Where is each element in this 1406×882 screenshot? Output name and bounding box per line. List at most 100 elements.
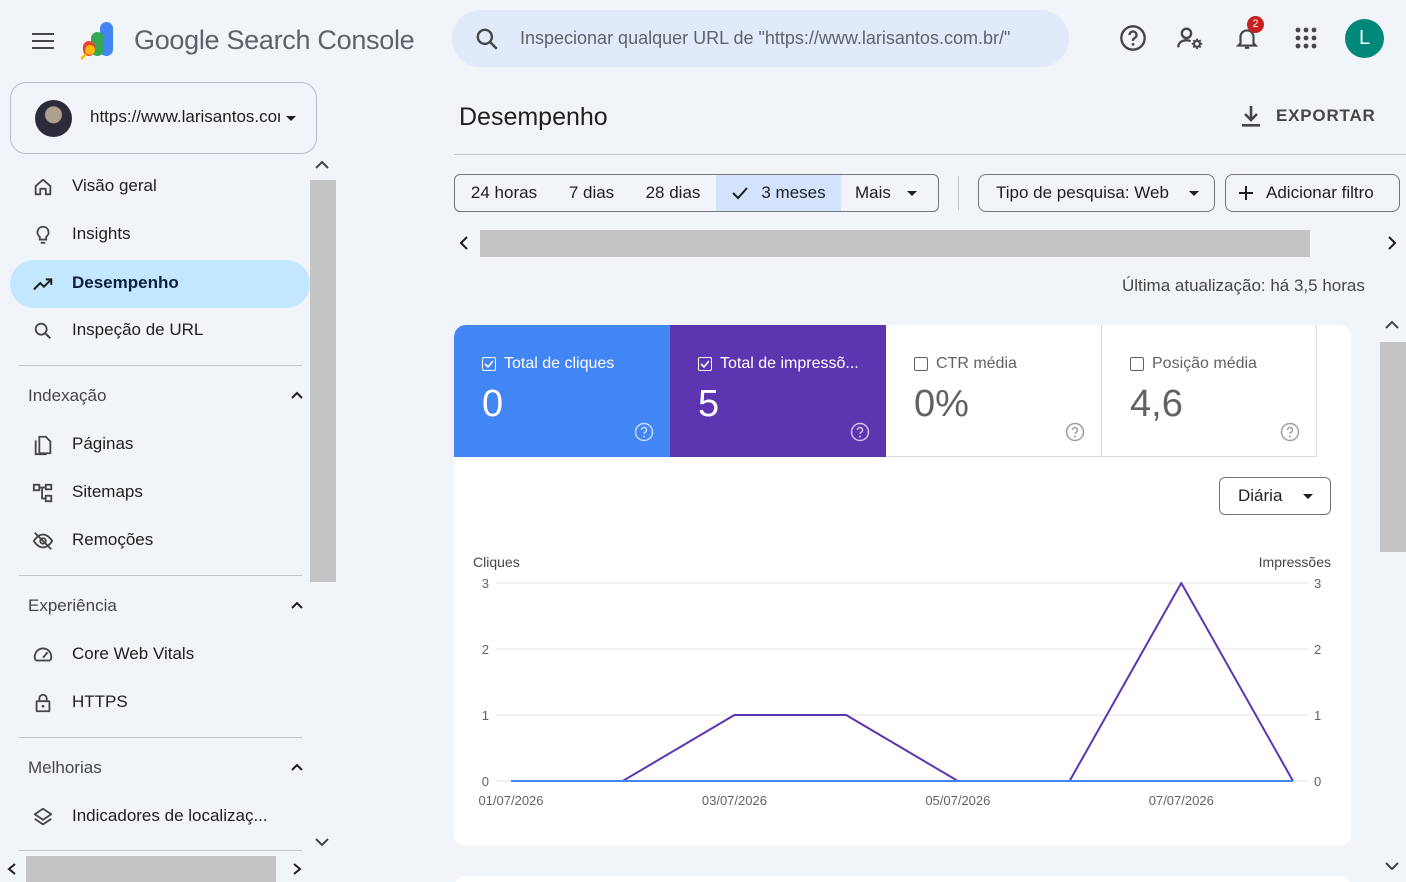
export-button[interactable]: EXPORTAR [1240, 100, 1376, 132]
metric-label: Total de impressõ... [720, 355, 859, 372]
chips-scroll-left-icon[interactable] [458, 235, 470, 251]
date-chip-label: Mais [855, 183, 891, 202]
sidebar-item-location-indicators[interactable]: Indicadores de localizaç... [10, 793, 310, 841]
section-title: Experiência [28, 596, 117, 615]
checkbox-checked-icon[interactable] [698, 357, 712, 371]
trending-up-icon [33, 278, 53, 291]
url-inspection-input[interactable] [520, 10, 1020, 67]
lightbulb-icon [36, 225, 50, 244]
y-tick-right: 0 [1314, 774, 1321, 789]
date-chip-more[interactable]: Mais [841, 174, 939, 212]
search-icon[interactable] [474, 26, 500, 52]
sidebar-scrollbar[interactable] [310, 180, 336, 582]
sidebar-item-pages[interactable]: Páginas [10, 421, 310, 469]
section-indexing[interactable]: Indexação [28, 386, 304, 410]
dropdown-caret-icon [1189, 191, 1199, 196]
export-label: EXPORTAR [1276, 106, 1376, 125]
metric-total-clicks[interactable]: Total de cliques 0 [454, 325, 670, 457]
metric-value: 5 [698, 383, 720, 425]
property-url: https://www.larisantos.com.br/ [90, 107, 280, 126]
y-axis-title-left: Cliques [473, 554, 520, 570]
x-tick-label: 05/07/2026 [925, 793, 990, 808]
sidebar-horizontal-scrollbar[interactable] [26, 856, 276, 882]
scroll-right-icon[interactable] [291, 862, 303, 876]
y-tick-left: 3 [482, 576, 489, 591]
sidebar-item-insights[interactable]: Insights [10, 211, 310, 259]
main-scroll-up-icon[interactable] [1384, 318, 1400, 330]
main-vertical-scrollbar[interactable] [1380, 342, 1406, 552]
granularity-label: Diária [1238, 486, 1283, 505]
header-divider [454, 154, 1406, 155]
chevron-up-icon [291, 763, 303, 771]
metric-label: Posição média [1152, 355, 1257, 372]
sidebar-scroll-down-icon[interactable] [314, 836, 330, 848]
plus-icon [1239, 186, 1253, 200]
sidebar-item-label: Core Web Vitals [72, 644, 195, 663]
chevron-up-icon [291, 601, 303, 609]
granularity-dropdown[interactable]: Diária [1219, 477, 1331, 515]
checkbox-unchecked-icon[interactable] [1130, 357, 1144, 371]
chips-horizontal-scrollbar[interactable] [480, 230, 1310, 257]
help-icon[interactable] [850, 422, 870, 442]
date-chip-28d[interactable]: 28 dias [630, 174, 717, 212]
performance-chart: Cliques Impressões 0 0 1 1 2 2 3 3 01/07/2026 03… [473, 554, 1331, 808]
x-tick-label: 01/07/2026 [478, 793, 543, 808]
help-icon[interactable] [1065, 422, 1085, 442]
apps-button[interactable] [1286, 18, 1326, 58]
notifications-button[interactable]: 2 [1227, 16, 1267, 58]
metric-total-impressions[interactable]: Total de impressõ... 5 [670, 325, 886, 457]
sidebar-item-label: Visão geral [72, 176, 157, 195]
property-selector[interactable]: https://www.larisantos.com.br/ [10, 82, 317, 154]
check-icon [732, 187, 749, 200]
help-icon[interactable] [634, 422, 654, 442]
user-settings-button[interactable] [1170, 18, 1210, 58]
x-tick-label: 07/07/2026 [1149, 793, 1214, 808]
checkbox-unchecked-icon[interactable] [914, 357, 928, 371]
y-tick-right: 1 [1314, 708, 1321, 723]
sidebar-item-label: Páginas [72, 434, 134, 453]
sidebar-item-label: Remoções [72, 530, 154, 549]
section-experience[interactable]: Experiência [28, 596, 304, 620]
search-icon [34, 322, 52, 340]
metric-avg-ctr[interactable]: CTR média 0% [886, 325, 1102, 457]
help-button[interactable] [1113, 18, 1153, 58]
sidebar-item-core-web-vitals[interactable]: Core Web Vitals [10, 631, 310, 679]
sidebar-item-removals[interactable]: Remoções [10, 517, 310, 565]
pages-icon [34, 435, 52, 456]
scroll-left-icon[interactable] [6, 862, 18, 876]
dropdown-caret-icon [286, 116, 296, 121]
dropdown-caret-icon [1303, 494, 1313, 499]
section-enhancements[interactable]: Melhorias [28, 758, 304, 782]
sidebar-item-sitemaps[interactable]: Sitemaps [10, 469, 310, 517]
sidebar-scroll-up-icon[interactable] [314, 158, 330, 170]
account-avatar[interactable]: L [1345, 19, 1384, 58]
app-name: Google Search Console [134, 24, 415, 55]
sidebar-divider [19, 850, 302, 851]
sidebar-item-overview[interactable]: Visão geral [10, 163, 310, 211]
search-type-filter[interactable]: Tipo de pesquisa: Web [978, 174, 1215, 212]
filter-separator [958, 176, 959, 210]
performance-card: Total de cliques 0 Total de impressõ... … [454, 325, 1351, 846]
apps-grid-icon [1295, 27, 1317, 49]
app-logo[interactable]: Google Search Console [80, 20, 415, 60]
main-scroll-down-icon[interactable] [1384, 860, 1400, 872]
y-tick-right: 2 [1314, 642, 1321, 657]
y-axis-title-right: Impressões [1259, 554, 1331, 570]
add-filter-button[interactable]: Adicionar filtro [1225, 174, 1400, 212]
chips-scroll-right-icon[interactable] [1386, 235, 1398, 251]
sidebar-item-url-inspection[interactable]: Inspeção de URL [10, 307, 310, 355]
date-chip-3m[interactable]: 3 meses [716, 174, 842, 212]
sidebar-item-performance[interactable]: Desempenho [10, 260, 310, 308]
help-icon[interactable] [1280, 422, 1300, 442]
dropdown-caret-icon [907, 191, 917, 196]
metric-avg-position[interactable]: Posição média 4,6 [1102, 325, 1317, 457]
main-menu-button[interactable] [24, 22, 62, 60]
sidebar-item-https[interactable]: HTTPS [10, 679, 310, 727]
date-chip-7d[interactable]: 7 dias [553, 174, 631, 212]
y-tick-left: 0 [482, 774, 489, 789]
checkbox-checked-icon[interactable] [482, 357, 496, 371]
sidebar-item-label: Sitemaps [72, 482, 143, 501]
add-filter-label: Adicionar filtro [1266, 183, 1374, 202]
date-chip-24h[interactable]: 24 horas [454, 174, 554, 212]
url-inspection-search[interactable] [452, 10, 1069, 67]
